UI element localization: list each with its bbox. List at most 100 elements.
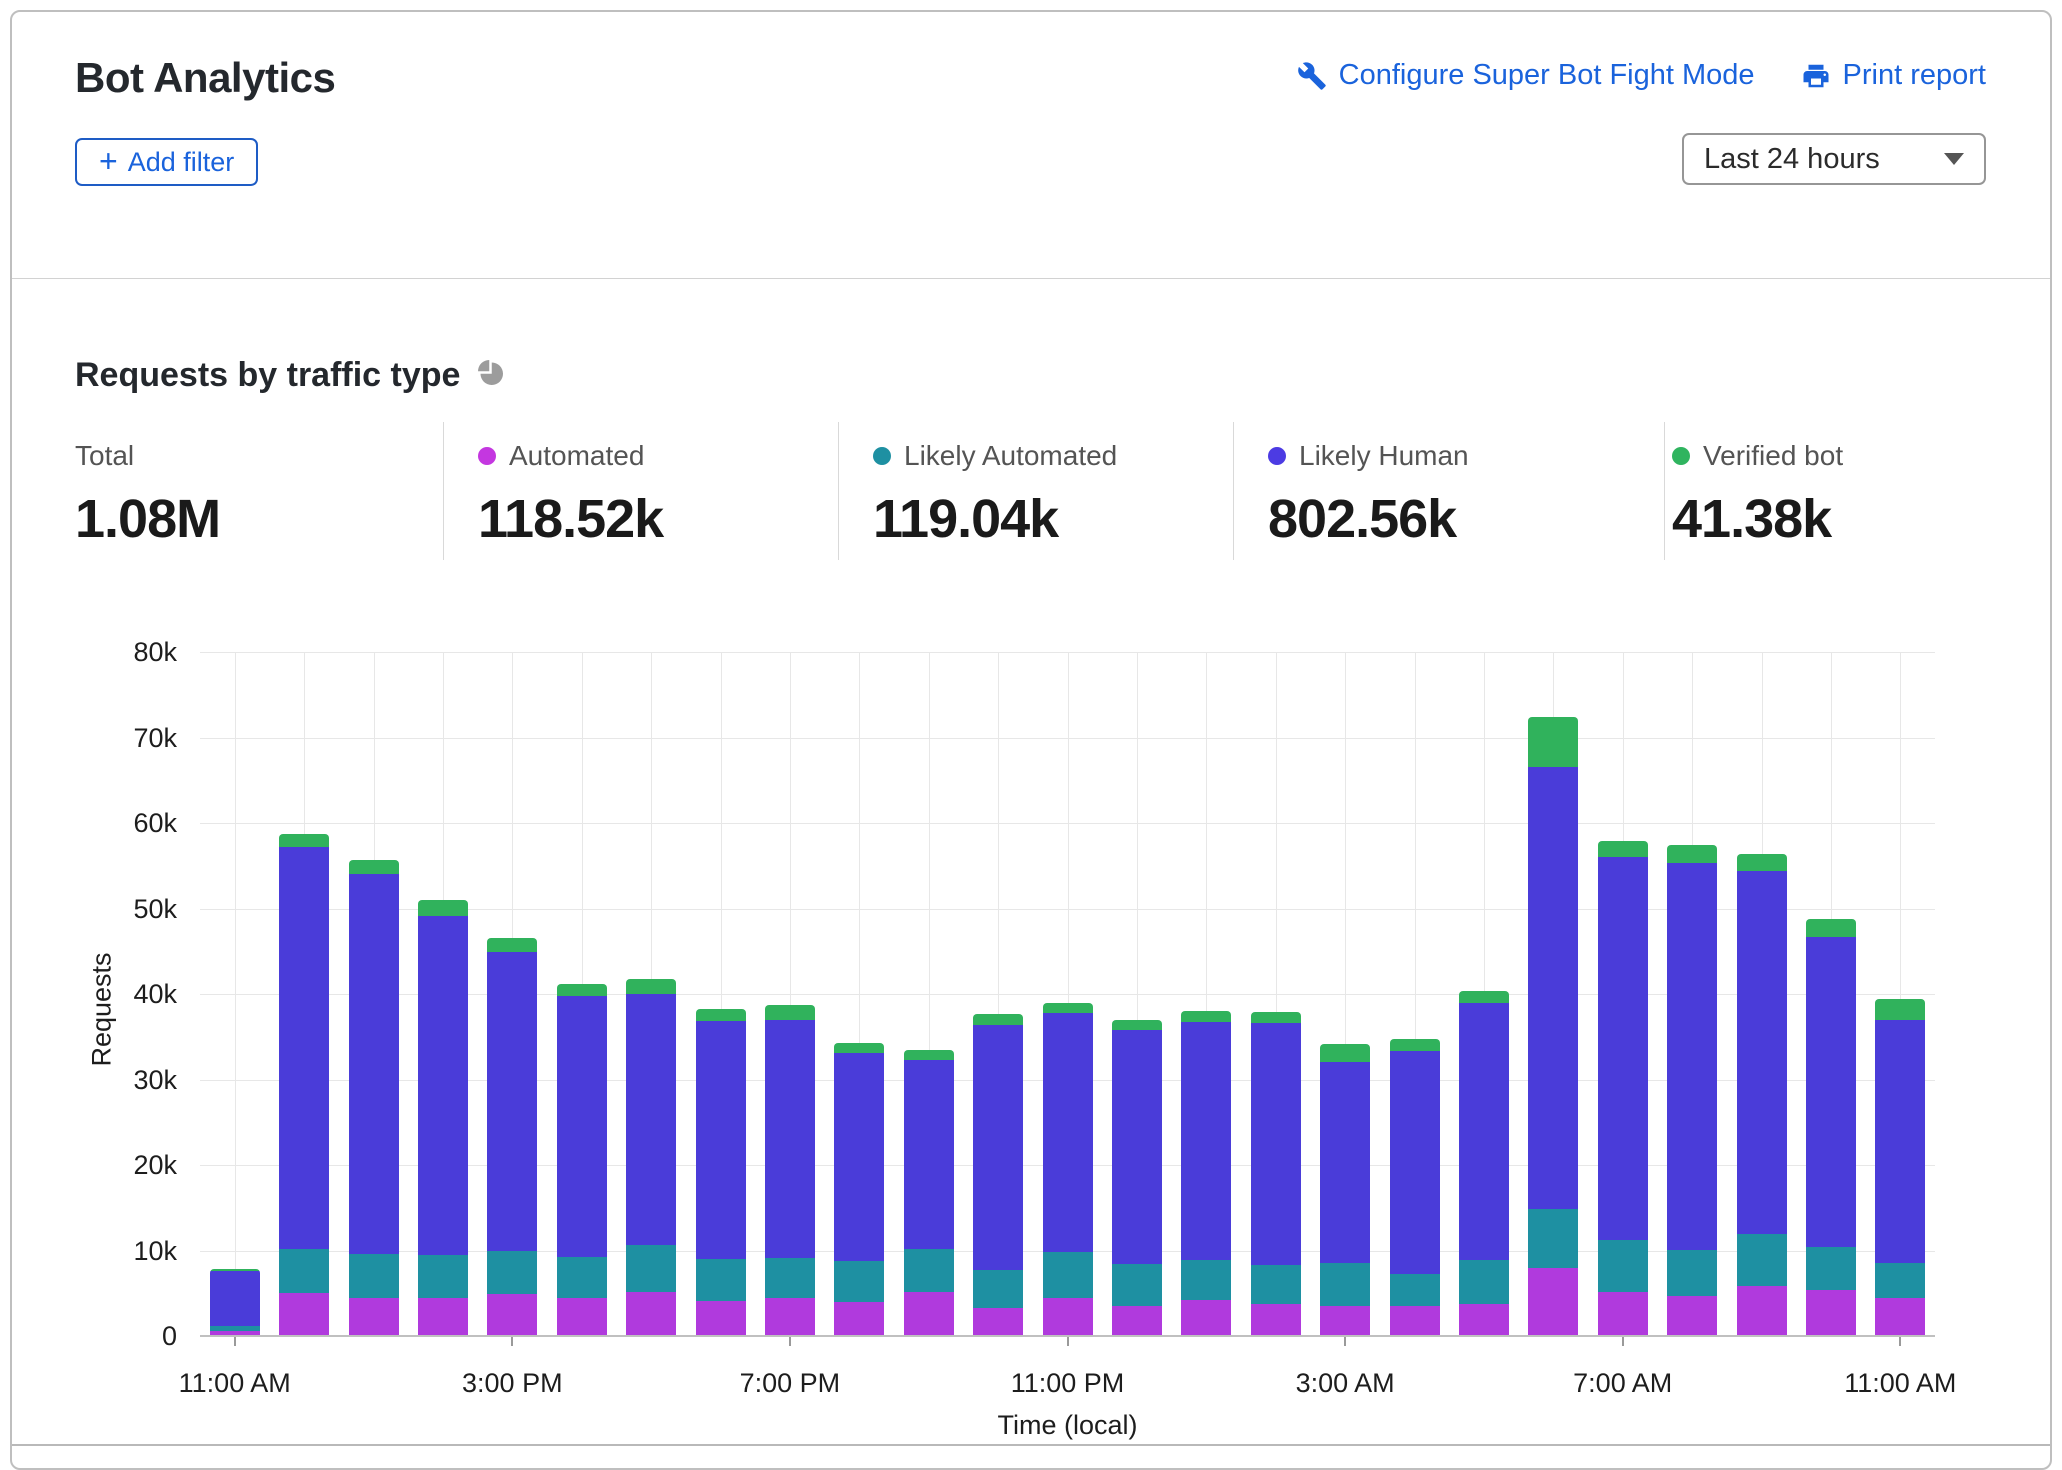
bar-7-00-am[interactable] (1598, 841, 1648, 1336)
likely-human-dot-icon (1268, 447, 1286, 465)
bar-slot (1033, 652, 1102, 1336)
x-tick-mark (1344, 1337, 1346, 1346)
bar-2-00-am[interactable] (1251, 1012, 1301, 1336)
segment-likely-automated (1806, 1247, 1856, 1290)
segment-verified-bot (1181, 1011, 1231, 1022)
bar-8-00-am[interactable] (1667, 845, 1717, 1336)
segment-automated (1737, 1286, 1787, 1336)
stat-total: Total 1.08M (75, 440, 220, 550)
bar-slot (1449, 652, 1518, 1336)
bar-2-00-pm[interactable] (418, 900, 468, 1336)
segment-likely-human (1875, 1020, 1925, 1264)
card-section-divider (12, 1444, 2050, 1446)
bar-4-00-am[interactable] (1390, 1039, 1440, 1336)
stat-divider (1664, 422, 1665, 560)
segment-verified-bot (834, 1043, 884, 1053)
segment-likely-automated (279, 1249, 329, 1293)
y-tick-label: 20k (97, 1152, 177, 1179)
bar-3-00-am[interactable] (1320, 1044, 1370, 1336)
segment-automated (1598, 1292, 1648, 1336)
printer-icon (1801, 61, 1831, 91)
stacked-bar-chart (200, 652, 1935, 1336)
bar-9-00-pm[interactable] (904, 1050, 954, 1336)
segment-automated (626, 1292, 676, 1336)
segment-likely-automated (696, 1259, 746, 1301)
bar-12-00-am[interactable] (1112, 1020, 1162, 1336)
bar-6-00-pm[interactable] (696, 1009, 746, 1336)
segment-likely-human (1320, 1062, 1370, 1264)
segment-likely-automated (1390, 1274, 1440, 1306)
bar-3-00-pm[interactable] (487, 938, 537, 1336)
bar-8-00-pm[interactable] (834, 1043, 884, 1336)
segment-likely-automated (487, 1251, 537, 1294)
segment-automated (904, 1292, 954, 1336)
bar-4-00-pm[interactable] (557, 984, 607, 1336)
segment-likely-automated (349, 1254, 399, 1298)
x-tick-label: 7:00 PM (740, 1368, 841, 1399)
segment-likely-automated (1667, 1250, 1717, 1296)
bar-1-00-am[interactable] (1181, 1011, 1231, 1336)
segment-likely-human (1459, 1003, 1509, 1260)
header-links: Configure Super Bot Fight Mode Print rep… (1297, 59, 1986, 92)
bar-11-00-pm[interactable] (1043, 1003, 1093, 1336)
segment-automated (834, 1302, 884, 1336)
segment-verified-bot (1737, 854, 1787, 871)
segment-verified-bot (904, 1050, 954, 1059)
segment-verified-bot (418, 900, 468, 916)
segment-automated (1667, 1296, 1717, 1336)
segment-verified-bot (487, 938, 537, 952)
x-tick-mark (789, 1337, 791, 1346)
segment-verified-bot (1390, 1039, 1440, 1051)
bar-1-00-pm[interactable] (349, 860, 399, 1336)
segment-verified-bot (696, 1009, 746, 1022)
x-tick-label: 11:00 AM (1844, 1368, 1956, 1399)
section-heading: Requests by traffic type (75, 356, 506, 395)
x-tick-mark (1622, 1337, 1624, 1346)
bar-7-00-pm[interactable] (765, 1005, 815, 1336)
y-tick-label: 70k (97, 725, 177, 752)
bar-9-00-am[interactable] (1737, 854, 1787, 1336)
segment-automated (557, 1298, 607, 1336)
configure-super-bot-fight-mode-link[interactable]: Configure Super Bot Fight Mode (1297, 59, 1755, 92)
segment-automated (1251, 1304, 1301, 1336)
add-filter-button[interactable]: + Add filter (75, 138, 258, 186)
stat-verified-bot-label: Verified bot (1703, 440, 1843, 472)
stat-likely-human-value: 802.56k (1268, 488, 1469, 550)
bar-slot (269, 652, 338, 1336)
time-range-dropdown[interactable]: Last 24 hours (1682, 133, 1986, 185)
bar-10-00-pm[interactable] (973, 1014, 1023, 1336)
bar-slot (408, 652, 477, 1336)
bar-slot (1519, 652, 1588, 1336)
stat-total-label: Total (75, 440, 134, 472)
print-report-link[interactable]: Print report (1801, 59, 1986, 92)
stat-total-value: 1.08M (75, 488, 220, 550)
bar-10-00-am[interactable] (1806, 919, 1856, 1336)
segment-verified-bot (1320, 1044, 1370, 1061)
x-tick-label: 11:00 AM (179, 1368, 291, 1399)
segment-likely-automated (1251, 1265, 1301, 1304)
segment-automated (1528, 1268, 1578, 1336)
bar-slot (1866, 652, 1935, 1336)
bar-slot (894, 652, 963, 1336)
bar-11-00-am[interactable] (1875, 999, 1925, 1336)
segment-likely-automated (765, 1258, 815, 1297)
bar-slot (1102, 652, 1171, 1336)
segment-automated (487, 1294, 537, 1336)
segment-verified-bot (1667, 845, 1717, 863)
segment-verified-bot (349, 860, 399, 875)
bar-11-00-am[interactable] (210, 1269, 260, 1336)
bot-analytics-card: Bot Analytics Configure Super Bot Fight … (10, 10, 2052, 1470)
time-range-value: Last 24 hours (1704, 143, 1880, 176)
bar-6-00-am[interactable] (1528, 717, 1578, 1336)
bar-5-00-am[interactable] (1459, 991, 1509, 1336)
segment-automated (349, 1298, 399, 1336)
segment-likely-human (487, 952, 537, 1251)
segment-verified-bot (626, 979, 676, 994)
bar-12-00-pm[interactable] (279, 834, 329, 1336)
x-tick-mark (1899, 1337, 1901, 1346)
segment-likely-human (834, 1053, 884, 1261)
bar-5-00-pm[interactable] (626, 979, 676, 1336)
segment-likely-human (696, 1021, 746, 1259)
bar-slot (1727, 652, 1796, 1336)
bar-slot (825, 652, 894, 1336)
